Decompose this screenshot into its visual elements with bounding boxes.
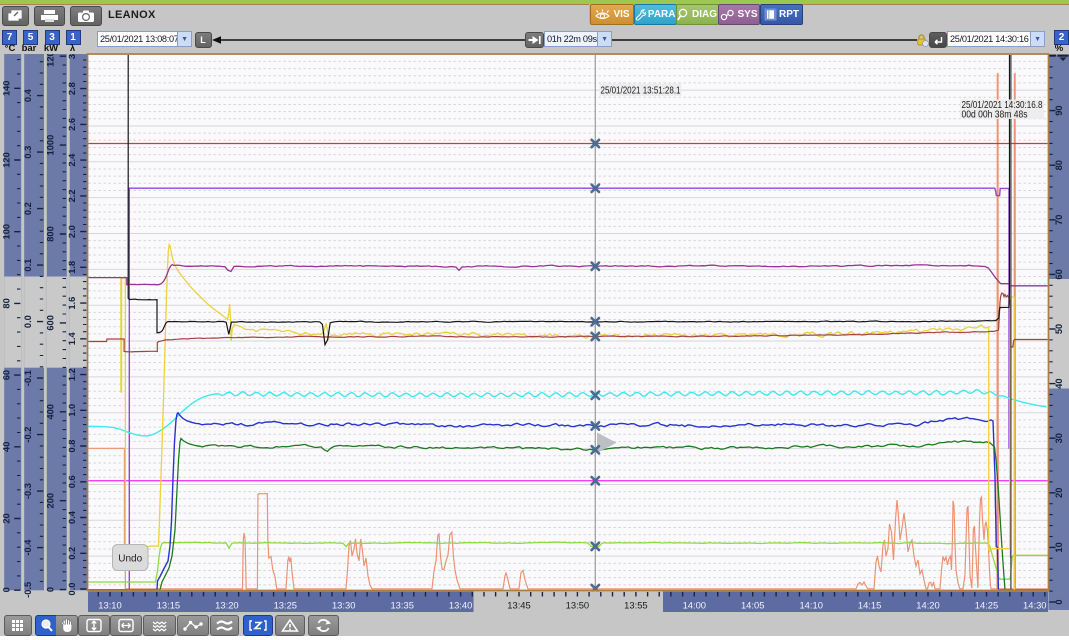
svg-text:1.4: 1.4 [67, 332, 77, 346]
svg-text:13:25: 13:25 [274, 600, 297, 611]
svg-text:0: 0 [1054, 599, 1064, 604]
svg-text:2.0: 2.0 [67, 225, 77, 238]
svg-text:0.3: 0.3 [23, 146, 33, 159]
svg-text:0.2: 0.2 [23, 202, 33, 215]
svg-text:2.4: 2.4 [67, 153, 77, 167]
svg-text:200: 200 [46, 493, 56, 509]
svg-text:3: 3 [67, 54, 77, 59]
svg-text:0.8: 0.8 [67, 440, 77, 453]
svg-text:00d 00h 38m 48s: 00d 00h 38m 48s [962, 109, 1028, 120]
svg-text:2.8: 2.8 [67, 82, 77, 95]
svg-text:90: 90 [1054, 105, 1064, 115]
svg-text:0.0: 0.0 [23, 315, 33, 328]
svg-text:80: 80 [1054, 160, 1064, 170]
svg-text:2.6: 2.6 [67, 118, 77, 131]
svg-text:20: 20 [2, 513, 12, 523]
svg-text:13:55: 13:55 [624, 600, 647, 611]
svg-text:14:00: 14:00 [683, 600, 706, 611]
svg-text:14:20: 14:20 [916, 600, 939, 611]
svg-text:-0.5: -0.5 [23, 582, 33, 598]
svg-text:13:45: 13:45 [507, 600, 530, 611]
svg-text:20: 20 [1054, 488, 1064, 498]
svg-text:0: 0 [46, 587, 56, 592]
svg-text:-0.1: -0.1 [23, 370, 33, 386]
svg-text:14:10: 14:10 [799, 600, 822, 611]
svg-text:10: 10 [1054, 542, 1064, 552]
svg-text:1.0: 1.0 [67, 404, 77, 417]
svg-text:-0.4: -0.4 [23, 539, 33, 556]
svg-text:13:35: 13:35 [390, 600, 413, 611]
svg-text:800: 800 [46, 226, 56, 242]
svg-text:13:15: 13:15 [157, 600, 180, 611]
svg-text:2.2: 2.2 [67, 189, 77, 202]
svg-text:-0.3: -0.3 [23, 483, 33, 499]
svg-text:13:10: 13:10 [98, 600, 121, 611]
svg-text:1000: 1000 [46, 135, 56, 156]
svg-text:30: 30 [1054, 433, 1064, 443]
svg-text:0.1: 0.1 [23, 259, 33, 272]
svg-text:14:25: 14:25 [975, 600, 998, 611]
svg-text:100: 100 [2, 224, 12, 240]
svg-text:Undo: Undo [118, 554, 142, 565]
svg-text:600: 600 [46, 315, 56, 331]
svg-text:-0.2: -0.2 [23, 427, 33, 443]
svg-text:13:40: 13:40 [449, 600, 472, 611]
svg-text:14:30: 14:30 [1023, 600, 1046, 611]
svg-text:25/01/2021 13:51:28.1: 25/01/2021 13:51:28.1 [601, 86, 681, 97]
svg-text:14:05: 14:05 [741, 600, 764, 611]
svg-text:1.2: 1.2 [67, 368, 77, 381]
svg-text:120: 120 [2, 152, 12, 168]
svg-text:13:50: 13:50 [566, 600, 589, 611]
svg-text:0.4: 0.4 [23, 88, 33, 102]
svg-text:40: 40 [1054, 378, 1064, 388]
svg-text:0: 0 [2, 587, 12, 592]
svg-text:1.8: 1.8 [67, 261, 77, 274]
svg-text:0.0: 0.0 [67, 583, 77, 596]
svg-text:1200: 1200 [46, 46, 56, 67]
svg-text:0.6: 0.6 [67, 475, 77, 488]
svg-text:1.6: 1.6 [67, 297, 77, 310]
svg-text:140: 140 [2, 81, 12, 97]
svg-text:60: 60 [2, 370, 12, 380]
svg-text:400: 400 [46, 404, 56, 420]
svg-text:0.4: 0.4 [67, 510, 77, 524]
svg-text:0.2: 0.2 [67, 547, 77, 560]
svg-text:80: 80 [2, 298, 12, 308]
svg-text:13:20: 13:20 [215, 600, 238, 611]
svg-text:14:15: 14:15 [858, 600, 881, 611]
svg-text:50: 50 [1054, 324, 1064, 334]
svg-text:13:30: 13:30 [332, 600, 355, 611]
svg-text:40: 40 [2, 442, 12, 452]
svg-text:70: 70 [1054, 215, 1064, 225]
svg-text:60: 60 [1054, 269, 1064, 279]
